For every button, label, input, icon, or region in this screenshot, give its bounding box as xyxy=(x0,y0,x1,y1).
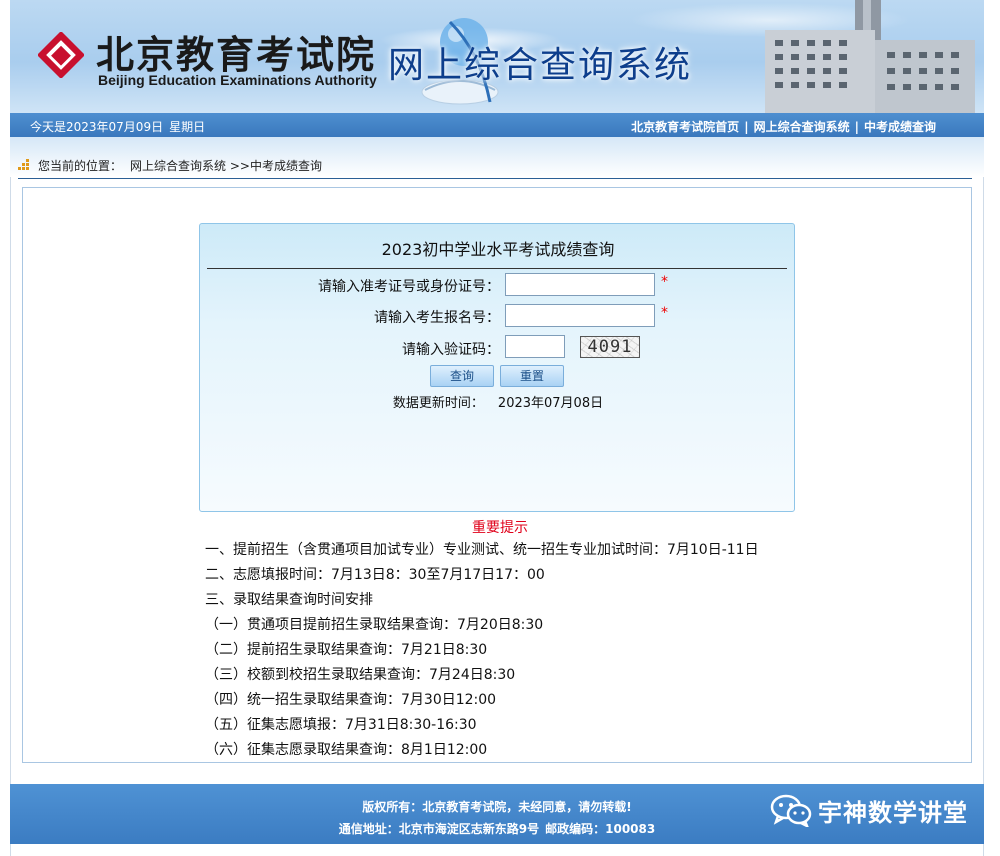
link-separator: | xyxy=(744,120,749,134)
notice-subitem: （二）提前招生录取结果查询：7月21日8:30 xyxy=(205,642,488,658)
header-banner: 北京教育考试院 Beijing Education Examinations A… xyxy=(10,0,984,113)
captcha-label: 请输入验证码： xyxy=(402,342,500,358)
weekday-text: 星期日 xyxy=(169,120,206,134)
required-mark: * xyxy=(661,274,668,290)
breadcrumb-divider xyxy=(18,178,972,179)
captcha-text: 4091 xyxy=(587,337,633,357)
postcode-text: 邮政编码：100083 xyxy=(545,822,656,836)
date-nav-bar: 今天是2023年07月09日 星期日 北京教育考试院首页 | 网上综合查询系统 | 中考成… xyxy=(10,113,984,137)
current-date: 今天是2023年07月09日 星期日 xyxy=(30,118,205,135)
address-text: 通信地址：北京市海淀区志新东路9号 xyxy=(338,822,540,836)
wechat-account-name: 宇神数学讲堂 xyxy=(818,798,968,827)
breadcrumb-path[interactable]: 网上综合查询系统 >>中考成绩查询 xyxy=(130,159,322,173)
update-time-value: 2023年07月08日 xyxy=(497,396,604,411)
title-divider xyxy=(207,268,787,269)
wechat-icon xyxy=(770,794,812,827)
notice-list: 一、提前招生（含贯通项目加试专业）专业测试、统一招生专业加试时间：7月10日-1… xyxy=(205,541,759,766)
notice-subitem: （四）统一招生录取结果查询：7月30日12:00 xyxy=(205,692,497,708)
notice-subitem: （三）校额到校招生录取结果查询：7月24日8:30 xyxy=(205,667,516,683)
registration-number-label: 请输入考生报名号： xyxy=(374,310,500,326)
id-number-label: 请输入准考证号或身份证号： xyxy=(318,279,500,295)
query-title: 2023初中学业水平考试成绩查询 xyxy=(381,240,615,259)
date-text: 今天是2023年07月09日 xyxy=(30,120,164,134)
link-authority-home[interactable]: 北京教育考试院首页 xyxy=(631,120,739,134)
update-time-label: 数据更新时间： xyxy=(392,396,484,411)
notice-item: 二、志愿填报时间：7月13日8：30至7月17日17：00 xyxy=(205,567,545,583)
captcha-input[interactable] xyxy=(505,335,565,358)
logo-chinese-name: 北京教育考试院 xyxy=(96,32,377,77)
notice-title: 重要提示 xyxy=(472,520,528,536)
system-title: 网上综合查询系统 xyxy=(388,45,693,86)
location-grid-icon xyxy=(18,159,29,170)
data-update-time: 数据更新时间： 2023年07月08日 xyxy=(200,392,796,411)
captcha-image[interactable]: 4091 xyxy=(580,336,640,358)
notice-subitem: （五）征集志愿填报：7月31日8:30-16:30 xyxy=(205,717,477,733)
breadcrumb-label: 您当前的位置： xyxy=(38,159,123,173)
wechat-watermark: 宇神数学讲堂 xyxy=(770,790,968,830)
top-links: 北京教育考试院首页 | 网上综合查询系统 | 中考成绩查询 xyxy=(631,118,936,135)
logo-english-name: Beijing Education Examinations Authority xyxy=(98,72,377,88)
submit-query-button[interactable]: 查询 xyxy=(430,365,494,387)
building-image xyxy=(765,0,975,113)
notice-item: 三、录取结果查询时间安排 xyxy=(205,592,373,608)
notice-item: 一、提前招生（含贯通项目加试专业）专业测试、统一招生专业加试时间：7月10日-1… xyxy=(205,542,759,558)
logo-icon xyxy=(38,32,84,78)
link-separator: | xyxy=(854,120,859,134)
registration-number-input[interactable] xyxy=(505,304,655,327)
notice-subitem: （一）贯通项目提前招生录取结果查询：7月20日8:30 xyxy=(205,617,544,633)
reset-button[interactable]: 重置 xyxy=(500,365,564,387)
notice-subitem: （六）征集志愿录取结果查询：8月1日12:00 xyxy=(205,742,488,758)
breadcrumb: 您当前的位置： 网上综合查询系统 >>中考成绩查询 xyxy=(18,157,322,174)
required-mark: * xyxy=(661,305,668,321)
id-number-input[interactable] xyxy=(505,273,655,296)
link-query-system[interactable]: 网上综合查询系统 xyxy=(754,120,850,134)
query-panel: 2023初中学业水平考试成绩查询 请输入准考证号或身份证号： * 请输入考生报名… xyxy=(199,223,795,512)
link-score-query[interactable]: 中考成绩查询 xyxy=(864,120,936,134)
